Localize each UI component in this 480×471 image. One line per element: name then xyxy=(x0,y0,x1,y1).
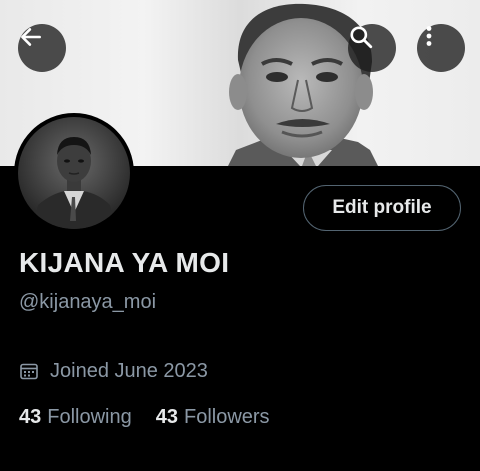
edit-profile-button[interactable]: Edit profile xyxy=(303,185,461,231)
search-button[interactable] xyxy=(348,24,396,72)
back-button[interactable] xyxy=(18,24,66,72)
following-label: Following xyxy=(47,406,132,428)
followers-label: Followers xyxy=(183,406,270,428)
avatar[interactable] xyxy=(18,117,130,229)
following-count: 43 xyxy=(19,406,42,428)
following-link[interactable]: 43 Following xyxy=(19,406,132,429)
display-name: KIJANA YA MOI xyxy=(19,247,230,278)
followers-count: 43 xyxy=(155,406,178,428)
user-handle: @kijanaya_moi xyxy=(19,291,157,313)
more-options-button[interactable] xyxy=(417,24,465,72)
calendar-icon xyxy=(19,361,39,381)
joined-date: Joined June 2023 xyxy=(19,358,208,384)
avatar-image xyxy=(18,117,130,229)
follow-stats: 43 Following 43 Followers xyxy=(19,406,270,429)
followers-link[interactable]: 43 Followers xyxy=(156,406,270,429)
joined-text: Joined June 2023 xyxy=(50,359,208,382)
